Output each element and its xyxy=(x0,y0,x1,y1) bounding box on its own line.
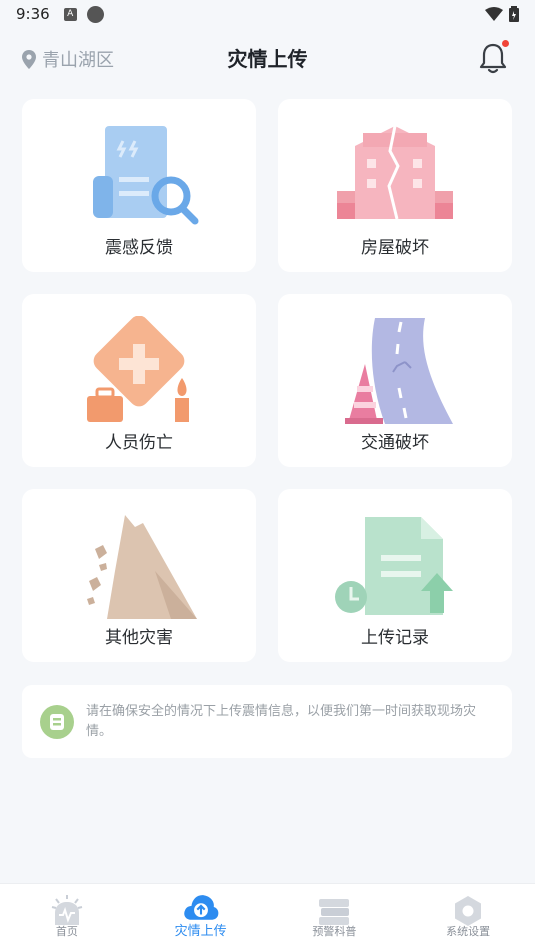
first-aid-icon xyxy=(87,316,189,422)
card-casualties[interactable]: 人员伤亡 xyxy=(22,294,256,467)
tab-label: 预警科普 xyxy=(312,925,357,938)
notice-icon xyxy=(40,704,74,739)
wifi-icon xyxy=(485,7,503,21)
tab-warning-science[interactable]: 预警科普 xyxy=(268,884,402,951)
tab-label: 灾情上传 xyxy=(174,924,227,939)
location-pin-icon xyxy=(22,49,36,69)
bottom-tab-bar: 首页 灾情上传 预警科普 系统设置 xyxy=(0,883,535,951)
notification-dot-icon xyxy=(86,5,104,23)
card-label: 房屋破坏 xyxy=(361,238,429,258)
status-time: 9:36 xyxy=(16,5,50,23)
landslide-icon xyxy=(87,515,197,619)
card-house-damage[interactable]: 房屋破坏 xyxy=(278,99,512,272)
notice-text: 请在确保安全的情况下上传震情信息，以便我们第一时间获取现场灾情。 xyxy=(86,703,477,739)
tab-home[interactable]: 首页 xyxy=(0,884,134,951)
card-label: 交通破坏 xyxy=(361,433,429,453)
card-shake-feedback[interactable]: 震感反馈 xyxy=(22,99,256,272)
app-header: 青山湖区 灾情上传 xyxy=(0,28,535,86)
notification-a-icon: A xyxy=(63,7,77,21)
card-label: 上传记录 xyxy=(361,628,429,648)
safety-notice: 请在确保安全的情况下上传震情信息，以便我们第一时间获取现场灾情。 xyxy=(22,685,512,758)
tab-label: 系统设置 xyxy=(446,925,491,938)
page-title: 灾情上传 xyxy=(227,46,308,71)
card-label: 震感反馈 xyxy=(105,238,173,258)
cloud-upload-icon xyxy=(183,895,219,920)
card-label: 其他灾害 xyxy=(105,628,173,648)
card-label: 人员伤亡 xyxy=(105,433,173,453)
status-bar: 9:36 A xyxy=(0,0,535,28)
card-traffic-damage[interactable]: 交通破坏 xyxy=(278,294,512,467)
upload-record-icon xyxy=(335,517,453,615)
battery-icon xyxy=(509,6,519,22)
card-other-disasters[interactable]: 其他灾害 xyxy=(22,489,256,662)
document-search-icon xyxy=(93,126,199,225)
damaged-road-icon xyxy=(345,318,453,424)
notification-badge xyxy=(502,40,509,47)
notification-bell-button[interactable] xyxy=(477,40,509,76)
location-selector[interactable]: 青山湖区 xyxy=(22,46,114,72)
tab-system-settings[interactable]: 系统设置 xyxy=(401,884,535,951)
tab-disaster-upload[interactable]: 灾情上传 xyxy=(134,884,268,951)
card-upload-records[interactable]: 上传记录 xyxy=(278,489,512,662)
tab-label: 首页 xyxy=(55,925,78,938)
cracked-building-icon xyxy=(337,125,453,220)
location-label: 青山湖区 xyxy=(42,50,114,71)
